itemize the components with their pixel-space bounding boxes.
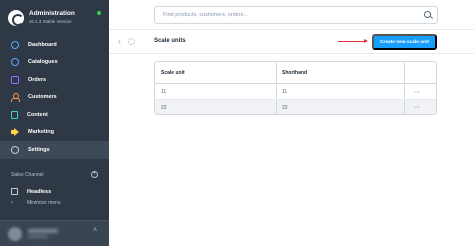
sidebar: Administration v6.1.3 Stable Version Das… [0,0,109,246]
minimize-menu-label: Minimize menu [27,200,61,206]
main-nav: Dashboard Catalogues Orders Customers Co… [0,36,109,159]
app-version: v6.1.3 Stable Version [29,19,72,24]
column-divider [404,100,405,114]
gear-icon [128,38,135,45]
sidebar-item-orders[interactable]: Orders [0,71,109,89]
column-header-shorthand[interactable]: Shorthand [282,62,402,83]
headless-icon [11,188,18,195]
table-row[interactable]: 22 22 ··· [155,100,436,114]
sales-channel-item-headless[interactable]: Headless [11,188,51,195]
sidebar-item-label: Content [27,111,48,118]
top-bar: Find products, customers, orders... [109,0,474,30]
sales-channel-label: Headless [27,188,52,195]
column-divider [276,85,277,99]
shopware-logo-icon [8,10,24,26]
app-title: Administration [29,10,75,17]
customers-icon [11,93,20,103]
sidebar-item-content[interactable]: Content [0,106,109,124]
chevron-up-icon[interactable]: ˄ [93,227,97,234]
search-input[interactable]: Find products, customers, orders... [163,12,248,18]
column-divider [404,62,405,83]
cell-scale-unit[interactable]: 11 [161,85,276,99]
column-divider [276,62,277,83]
search-field[interactable]: Find products, customers, orders... [154,6,438,24]
sidebar-item-label: Catalogues [28,59,58,66]
blurred-user-role [28,235,48,238]
content-icon [11,110,18,119]
dashboard-icon [11,40,19,49]
minimize-menu-button[interactable]: ‹ Minimize menu [11,200,61,206]
cell-scale-unit[interactable]: 22 [161,100,276,114]
brand-header[interactable]: Administration v6.1.3 Stable Version [6,8,106,30]
status-dot-icon [97,11,101,15]
sales-channel-heading: Sales Channel [11,172,44,178]
sidebar-item-label: Dashboard [28,41,57,48]
cell-shorthand[interactable]: 11 [282,85,402,99]
sidebar-item-label: Marketing [28,129,54,136]
table-row[interactable]: 11 11 ··· [155,85,436,100]
chevron-left-icon: ‹ [11,200,13,206]
page-title: Scale units [154,38,186,44]
column-divider [276,100,277,114]
avatar [8,227,22,241]
sidebar-item-label: Customers [28,94,57,101]
page-header: ‹ Scale units Create new scale unit [109,30,474,54]
add-sales-channel-icon[interactable]: + [91,171,98,178]
orders-icon [11,75,19,84]
sidebar-item-catalogues[interactable]: Catalogues [0,54,109,72]
blurred-user-name [28,229,58,233]
user-menu[interactable]: ˄ [0,220,109,246]
sidebar-item-settings[interactable]: Settings [0,141,109,159]
cell-shorthand[interactable]: 22 [282,100,402,114]
create-scale-unit-button[interactable]: Create new scale unit [372,34,437,50]
scale-units-table: Scale unit Shorthand 11 11 ··· 22 22 ··· [154,61,437,115]
column-divider [404,85,405,99]
back-chevron-icon[interactable]: ‹ [118,36,121,46]
sidebar-item-label: Settings [28,146,50,153]
more-actions-icon[interactable]: ··· [414,85,420,99]
marketing-icon [11,128,19,137]
search-icon[interactable] [424,11,431,18]
sidebar-item-dashboard[interactable]: Dashboard [0,36,109,54]
annotation-arrow [338,39,368,43]
sidebar-item-label: Orders [28,76,47,83]
column-header-scale-unit[interactable]: Scale unit [161,62,276,83]
catalogues-icon [11,58,19,67]
sidebar-item-marketing[interactable]: Marketing [0,124,109,142]
sidebar-item-customers[interactable]: Customers [0,89,109,107]
settings-icon [11,145,19,154]
more-actions-icon[interactable]: ··· [414,100,420,114]
table-header: Scale unit Shorthand [155,62,436,84]
